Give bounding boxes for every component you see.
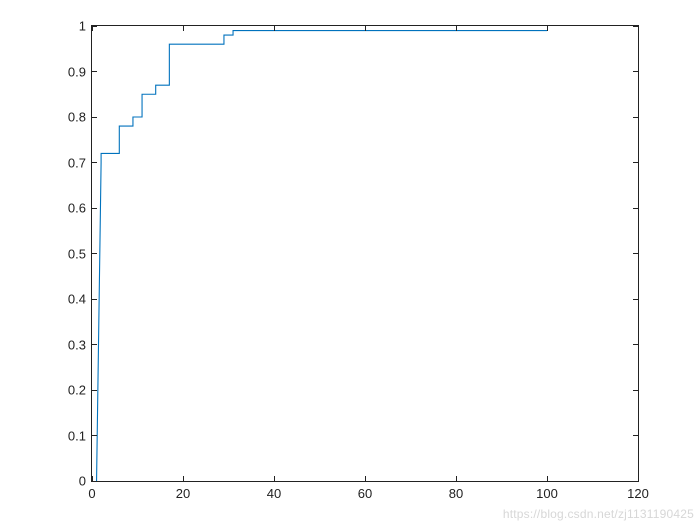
series1-path (97, 31, 547, 481)
y-tick-mark (633, 71, 638, 72)
x-tick-mark (274, 26, 275, 31)
chart-line-layer (92, 26, 638, 481)
y-tick-label: 0.6 (68, 201, 86, 216)
x-tick-label: 20 (176, 486, 190, 501)
x-tick-mark (274, 476, 275, 481)
y-tick-mark (92, 253, 97, 254)
y-tick-label: 0.5 (68, 246, 86, 261)
x-tick-mark (183, 476, 184, 481)
x-tick-mark (547, 26, 548, 31)
y-tick-mark (633, 435, 638, 436)
y-tick-label: 0.9 (68, 64, 86, 79)
x-tick-mark (92, 26, 93, 31)
x-tick-mark (92, 476, 93, 481)
y-tick-mark (633, 344, 638, 345)
x-tick-mark (456, 476, 457, 481)
x-tick-label: 40 (267, 486, 281, 501)
x-tick-label: 120 (627, 486, 649, 501)
x-tick-label: 100 (536, 486, 558, 501)
y-tick-label: 0.4 (68, 292, 86, 307)
x-tick-mark (456, 26, 457, 31)
chart-axes: 00.10.20.30.40.50.60.70.80.9102040608010… (91, 25, 639, 482)
x-tick-label: 0 (88, 486, 95, 501)
y-tick-mark (92, 208, 97, 209)
watermark-text: https://blog.csdn.net/zj1131190425 (503, 507, 694, 521)
y-tick-mark (92, 299, 97, 300)
x-tick-mark (365, 26, 366, 31)
y-tick-label: 0.2 (68, 383, 86, 398)
x-tick-mark (638, 26, 639, 31)
x-tick-label: 60 (358, 486, 372, 501)
y-tick-mark (92, 481, 97, 482)
x-tick-mark (365, 476, 366, 481)
x-tick-mark (547, 476, 548, 481)
x-tick-mark (183, 26, 184, 31)
y-tick-label: 0.7 (68, 155, 86, 170)
y-tick-mark (633, 208, 638, 209)
y-tick-mark (92, 117, 97, 118)
y-tick-label: 0.8 (68, 110, 86, 125)
y-tick-label: 1 (79, 19, 86, 34)
x-tick-mark (638, 476, 639, 481)
y-tick-label: 0 (79, 474, 86, 489)
x-tick-label: 80 (449, 486, 463, 501)
y-tick-mark (92, 26, 97, 27)
y-tick-mark (633, 390, 638, 391)
y-tick-mark (92, 71, 97, 72)
y-tick-mark (92, 435, 97, 436)
y-tick-mark (633, 299, 638, 300)
y-tick-label: 0.3 (68, 337, 86, 352)
y-tick-label: 0.1 (68, 428, 86, 443)
y-tick-mark (92, 390, 97, 391)
y-tick-mark (633, 162, 638, 163)
y-tick-mark (92, 162, 97, 163)
y-tick-mark (633, 253, 638, 254)
y-tick-mark (633, 117, 638, 118)
y-tick-mark (92, 344, 97, 345)
